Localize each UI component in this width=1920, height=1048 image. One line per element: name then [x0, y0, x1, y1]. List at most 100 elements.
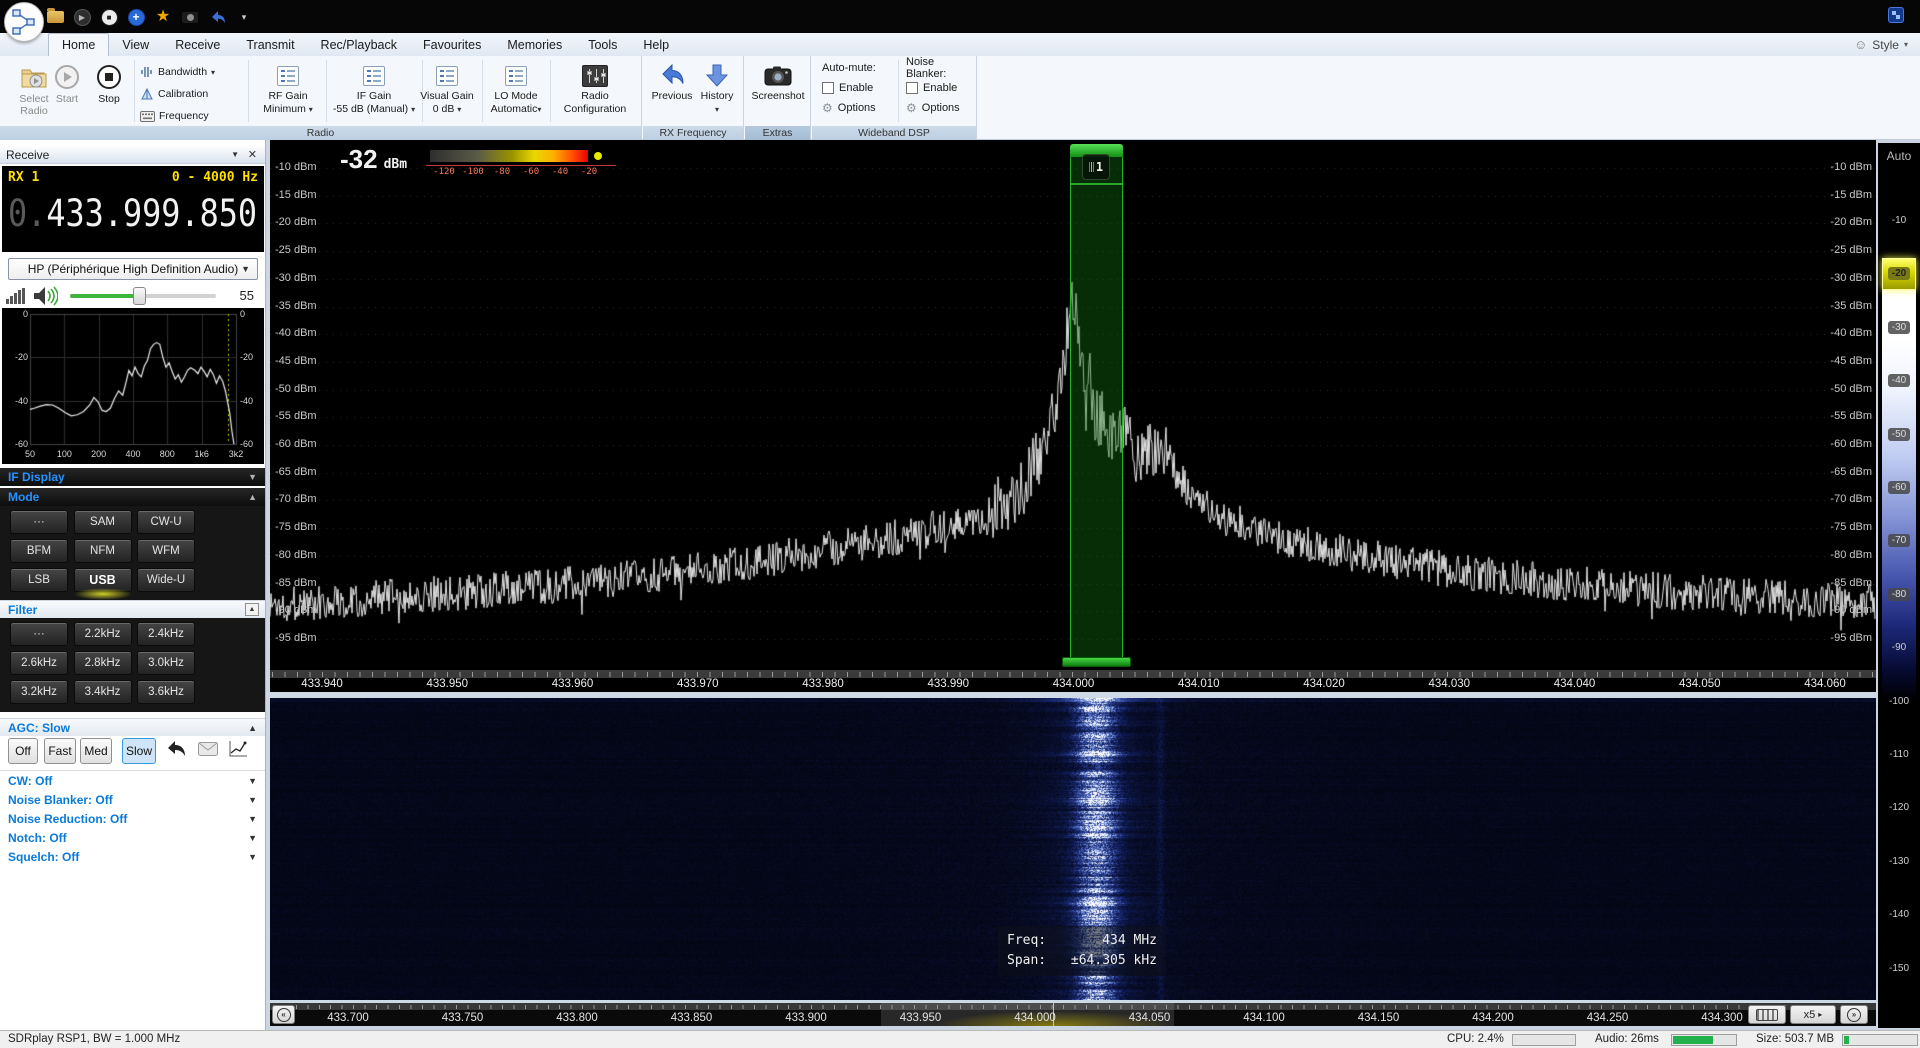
tab-help[interactable]: Help: [630, 33, 682, 56]
checkbox-icon[interactable]: [906, 82, 918, 94]
screenshot-camera-icon[interactable]: [181, 8, 199, 26]
tab-rec-playback[interactable]: Rec/Playback: [308, 33, 410, 56]
stop-icon[interactable]: ■: [100, 8, 118, 26]
volume-slider-handle[interactable]: [133, 287, 146, 305]
band-navigation-bar[interactable]: 433.700 433.750 433.800 433.850 433.900 433.9…: [270, 1003, 1876, 1026]
screenshot-button[interactable]: Screenshot: [747, 58, 809, 103]
spectrum-frequency-label: 434.000: [1052, 678, 1095, 690]
section-cw-off[interactable]: CW: Off ▼: [0, 772, 265, 791]
panel-collapse-icon[interactable]: ▼: [231, 146, 239, 164]
frequency-entry-button[interactable]: [1748, 1005, 1786, 1024]
tab-memories[interactable]: Memories: [494, 33, 575, 56]
filter-button-2-2khz[interactable]: 2.2kHz: [73, 622, 132, 646]
filter-button-2-8khz[interactable]: 2.8kHz: [73, 651, 132, 675]
bandwidth-button[interactable]: Bandwidth ▾: [140, 62, 246, 82]
open-folder-icon[interactable]: [46, 8, 64, 26]
speaker-icon[interactable]: [32, 286, 58, 306]
rx-tuning-handle[interactable]: [1062, 657, 1131, 667]
rx-marker-badge[interactable]: 1: [1082, 154, 1110, 180]
filter-button-3-4khz[interactable]: 3.4kHz: [73, 680, 132, 704]
previous-button[interactable]: Previous: [649, 58, 695, 103]
agc-button-med[interactable]: Med: [80, 738, 112, 764]
agc-button-off[interactable]: Off: [8, 738, 38, 764]
style-selector[interactable]: ☺ Style ▾: [1854, 33, 1920, 56]
frequency-display[interactable]: RX 1 0 - 4000 Hz 0.433.999.850: [2, 166, 264, 252]
palette-auto-label[interactable]: Auto: [1878, 149, 1920, 163]
app-menu-button[interactable]: [4, 2, 44, 42]
filter-button-3-0khz[interactable]: 3.0kHz: [137, 651, 195, 675]
tab-receive[interactable]: Receive: [162, 33, 233, 56]
group-label-extras: Extras: [745, 126, 810, 140]
tab-home[interactable]: Home: [48, 33, 110, 56]
filter-button-3-6khz[interactable]: 3.6kHz: [137, 680, 195, 704]
tuned-frequency[interactable]: 0.433.999.850: [8, 192, 257, 235]
if-gain-dropdown[interactable]: IF Gain -55 dB (Manual) ▾: [328, 58, 420, 116]
rf-gain-dropdown[interactable]: RF Gain Minimum ▾: [252, 58, 324, 116]
section-noise-blanker-off[interactable]: Noise Blanker: Off ▼: [0, 791, 265, 810]
section-notch-off[interactable]: Notch: Off ▼: [0, 829, 265, 848]
auto-mute-enable-checkbox[interactable]: Enable: [822, 78, 898, 98]
db-axis-label: -50 dBm: [1830, 382, 1872, 395]
mode-button-[interactable]: ···: [10, 510, 68, 534]
section-agc[interactable]: AGC: Slow ▲: [0, 718, 265, 736]
mode-button-wide-u[interactable]: Wide-U: [137, 568, 195, 592]
auto-mute-options-button[interactable]: ⚙ Options: [822, 98, 898, 118]
mode-button-lsb[interactable]: LSB: [10, 568, 68, 592]
agc-button-fast[interactable]: Fast: [44, 738, 76, 764]
stop-button[interactable]: Stop: [90, 58, 128, 124]
start-button[interactable]: Start: [48, 58, 86, 124]
checkbox-icon[interactable]: [822, 82, 834, 94]
section-filter[interactable]: Filter ▲: [0, 600, 265, 618]
favourite-star-icon[interactable]: ★: [154, 8, 172, 26]
scroll-left-button[interactable]: «: [272, 1005, 295, 1024]
tab-tools[interactable]: Tools: [575, 33, 630, 56]
tab-view[interactable]: View: [109, 33, 162, 56]
section-mode[interactable]: Mode ▲: [0, 488, 265, 506]
mode-button-cw-u[interactable]: CW-U: [137, 510, 195, 534]
lo-mode-dropdown[interactable]: LO Mode Automatic▾: [484, 58, 548, 116]
mode-button-sam[interactable]: SAM: [73, 510, 132, 534]
section-if-display[interactable]: IF Display ▼: [0, 468, 265, 486]
visual-gain-dropdown[interactable]: Visual Gain 0 dB ▾: [414, 58, 480, 116]
agc-envelope-icon[interactable]: [196, 738, 220, 760]
filter-button-3-2khz[interactable]: 3.2kHz: [10, 680, 68, 704]
add-icon[interactable]: +: [127, 8, 145, 26]
mode-button-nfm[interactable]: NFM: [73, 539, 132, 563]
section-noise-reduction-off[interactable]: Noise Reduction: Off ▼: [0, 810, 265, 829]
filter-button-2-6khz[interactable]: 2.6kHz: [10, 651, 68, 675]
scroll-right-button[interactable]: »: [1840, 1005, 1868, 1024]
agc-graph-icon[interactable]: [226, 738, 250, 760]
equalizer-icon[interactable]: [6, 288, 26, 304]
chevron-up-icon[interactable]: ▲: [245, 603, 259, 616]
volume-slider[interactable]: [70, 287, 216, 305]
waterfall-display[interactable]: Freq: 434 MHz Span: ±64.305 kHz: [270, 698, 1876, 1000]
mode-button-wfm[interactable]: WFM: [137, 539, 195, 563]
noise-blanker-enable-checkbox[interactable]: Enable: [906, 78, 976, 98]
radio-configuration-button[interactable]: Radio Configuration: [552, 58, 638, 115]
tab-transmit[interactable]: Transmit: [233, 33, 307, 56]
receive-panel-header[interactable]: Receive ▼ ✕: [0, 146, 265, 164]
filter-button-[interactable]: ···: [10, 622, 68, 646]
history-dropdown[interactable]: History ▾: [695, 58, 739, 116]
zoom-button[interactable]: x5 ▸: [1790, 1005, 1836, 1024]
audio-device-select[interactable]: HP (Périphérique High Definition Audio) ▼: [8, 258, 258, 280]
filter-button-2-4khz[interactable]: 2.4kHz: [137, 622, 195, 646]
audio-spectrum-graph[interactable]: 0 0 -20 -20 -40 -40 -60 -60 50 100 200 400 800 1k6 3k2: [2, 308, 264, 464]
mode-button-bfm[interactable]: BFM: [10, 539, 68, 563]
agc-button-slow[interactable]: Slow: [122, 738, 156, 764]
panel-close-icon[interactable]: ✕: [248, 146, 257, 164]
section-squelch-off[interactable]: Squelch: Off ▼: [0, 848, 265, 867]
agc-undo-icon[interactable]: [164, 738, 188, 760]
palette-gradient[interactable]: [1882, 290, 1916, 700]
noise-blanker-options-button[interactable]: ⚙ Options: [906, 98, 976, 118]
rx-passband-region[interactable]: [1070, 157, 1123, 657]
calibration-button[interactable]: Calibration: [140, 84, 246, 104]
tab-favourites[interactable]: Favourites: [410, 33, 494, 56]
toolbar-overflow-icon[interactable]: ▾: [235, 8, 253, 26]
frequency-button[interactable]: Frequency: [140, 106, 246, 126]
undo-icon[interactable]: [208, 8, 226, 26]
level-colorbar[interactable]: [430, 150, 588, 162]
waterfall-palette-slider[interactable]: Auto -10 -20 -30 -40 -50 -60 -70 -80 -90 -100 -110…: [1878, 143, 1920, 1028]
spectrum-display[interactable]: -32 dBm -120 -100 -80 -60 -40 -20 -10 dBm -15 d…: [270, 140, 1876, 692]
play-icon[interactable]: ▶: [73, 8, 91, 26]
